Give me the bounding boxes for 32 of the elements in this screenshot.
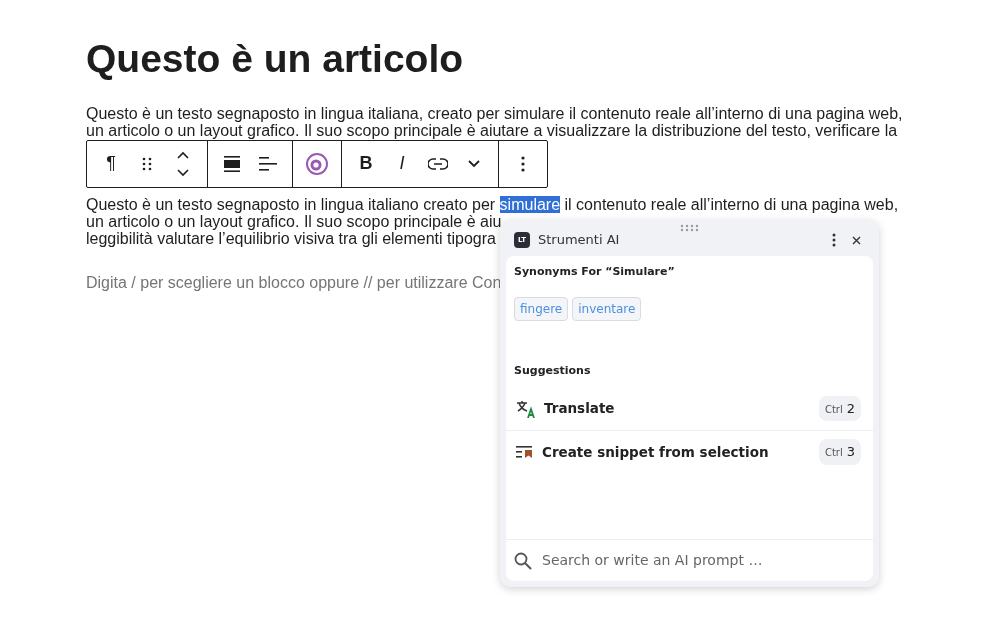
search-icon	[514, 551, 532, 570]
section-heading: Synonyms For “Simulare”	[513, 264, 676, 280]
drag-handle-icon[interactable]	[679, 224, 700, 232]
paragraph-line: un articolo o un layout grafico. Il suo scopo principale è aiutare a visualizzare la distribuzione del testo, verificare la	[86, 121, 898, 139]
chevron-down-icon[interactable]	[468, 159, 480, 168]
format-button[interactable]: B	[348, 140, 384, 187]
format-button[interactable]: ¶	[93, 140, 129, 187]
format-button[interactable]: I	[384, 140, 420, 187]
snippet-icon	[516, 446, 534, 458]
more-icon[interactable]	[832, 233, 836, 247]
keyboard-shortcut: Ctrl 3	[818, 439, 861, 465]
close-icon[interactable]	[852, 235, 861, 245]
link-icon[interactable]	[428, 157, 448, 170]
paragraph-line: un articolo o un layout grafico. Il suo scopo principale è aiu	[86, 212, 502, 230]
align-wide-icon[interactable]	[224, 155, 240, 172]
more-icon[interactable]	[521, 155, 525, 172]
paragraph-line: Questo è un testo segnaposto in lingua italiano creato per simulare il contenuto reale all’interno di una pagina web,	[86, 195, 899, 213]
article-title: Questo è un articolo	[86, 36, 465, 82]
keyboard-shortcut: Ctrl 2	[818, 395, 861, 422]
popup-title: Strumenti AI	[538, 231, 621, 250]
suggestion-label: Translate	[544, 399, 616, 419]
up-down-chevron-icon[interactable]	[176, 150, 190, 177]
section-heading: Suggestions	[513, 362, 592, 379]
drag-handle-icon[interactable]	[141, 155, 153, 172]
align-left-icon[interactable]	[259, 156, 277, 171]
translate-icon	[516, 399, 536, 418]
suggestion-label: Create snippet from selection	[542, 442, 770, 462]
suggestion-item[interactable]: Create snippet from selection Ctrl 3	[506, 430, 873, 473]
paragraph-line: Questo è un testo segnaposto in lingua italiana, creato per simulare il contenuto reale all’interno di una pagina web,	[86, 104, 903, 122]
suggestion-item[interactable]: Translate Ctrl 2	[506, 387, 873, 430]
paragraph-line: leggibilità valutare l’equilibrio visiva tra gli elementi tipogra	[86, 229, 496, 247]
selected-word: simulare	[499, 195, 561, 213]
